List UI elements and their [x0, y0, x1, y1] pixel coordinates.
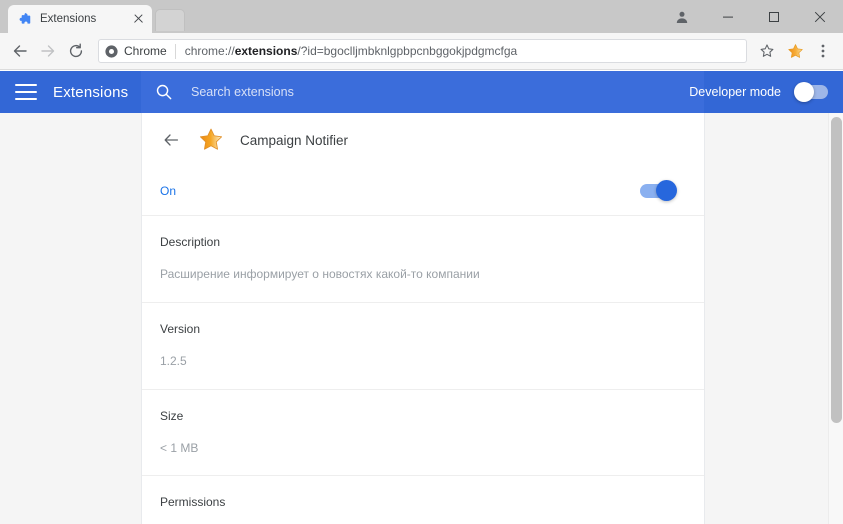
section-permissions: Permissions Read and change all your dat…	[142, 476, 704, 524]
developer-mode-toggle[interactable]	[794, 82, 828, 102]
arrow-forward-icon	[41, 45, 55, 57]
hamburger-menu-icon[interactable]	[15, 84, 37, 100]
url-suffix: /?id=bgoclljmbknlgpbpcnbggokjpdgmcfga	[297, 44, 518, 58]
developer-mode-control: Developer mode	[689, 71, 828, 113]
profile-avatar-icon	[676, 11, 688, 23]
page-scrollbar[interactable]	[828, 113, 843, 524]
reload-icon	[69, 43, 83, 58]
back-button[interactable]	[6, 37, 34, 65]
detail-back-button[interactable]	[160, 129, 182, 151]
bookmark-button[interactable]	[753, 37, 781, 65]
section-size: Size < 1 MB	[142, 390, 704, 477]
extension-detail-card: Campaign Notifier On Description Расшире…	[141, 113, 705, 524]
developer-mode-label: Developer mode	[689, 85, 781, 99]
browser-toolbar: Chrome chrome://extensions/?id=bgoclljmb…	[0, 33, 843, 70]
close-icon	[814, 11, 826, 22]
browser-window: Extensions Chrome chrome://extensions/?i…	[0, 0, 843, 524]
profile-avatar-button[interactable]	[659, 0, 705, 33]
search-bar[interactable]	[141, 71, 704, 113]
section-body: Расширение информирует о новостях какой-…	[160, 267, 480, 281]
url-prefix: chrome://	[184, 44, 235, 58]
window-controls	[659, 0, 843, 33]
section-body: 1.2.5	[160, 353, 187, 368]
maximize-icon	[769, 11, 779, 22]
close-window-button[interactable]	[797, 0, 843, 33]
extension-action-button[interactable]	[781, 37, 809, 65]
minimize-button[interactable]	[705, 0, 751, 33]
url-host: extensions	[234, 44, 298, 58]
extension-enable-toggle[interactable]	[640, 180, 677, 201]
maximize-button[interactable]	[751, 0, 797, 33]
section-title: Version	[160, 321, 201, 336]
omnibox-divider	[174, 43, 176, 59]
browser-menu-button[interactable]	[809, 37, 837, 65]
page-content: Campaign Notifier On Description Расшире…	[0, 113, 843, 524]
extensions-page: Extensions Developer mode	[0, 71, 843, 524]
enable-row: On	[142, 167, 704, 216]
extension-name: Campaign Notifier	[240, 132, 349, 148]
hamburger-line	[15, 84, 37, 86]
hamburger-line	[15, 98, 37, 100]
new-tab-button[interactable]	[155, 9, 185, 31]
star-extension-icon	[787, 43, 803, 58]
three-dot-menu-icon	[821, 44, 825, 58]
minimize-icon	[723, 16, 733, 18]
detail-header: Campaign Notifier	[142, 113, 704, 167]
omnibox-chip-label: Chrome	[124, 44, 167, 58]
section-body: < 1 MB	[160, 440, 199, 455]
search-icon	[156, 84, 172, 100]
address-bar[interactable]: Chrome chrome://extensions/?id=bgoclljmb…	[98, 39, 747, 63]
omnibox-chrome-chip: Chrome	[105, 44, 175, 58]
search-input[interactable]	[191, 85, 591, 99]
section-title: Permissions	[160, 495, 226, 510]
section-title: Description	[160, 235, 221, 249]
chrome-logo-icon	[105, 44, 118, 58]
extensions-topbar: Extensions Developer mode	[0, 71, 843, 113]
arrow-back-icon	[164, 134, 179, 146]
star-outline-icon	[760, 44, 774, 57]
scrollbar-thumb[interactable]	[831, 117, 842, 423]
omnibox-url: chrome://extensions/?id=bgoclljmbknlgpbp…	[185, 44, 740, 58]
section-description: Description Расширение информирует о нов…	[142, 216, 704, 303]
page-title: Extensions	[53, 83, 129, 101]
tab-close-icon[interactable]	[132, 12, 146, 26]
tab-strip: Extensions	[0, 0, 843, 33]
reload-button[interactable]	[62, 37, 90, 65]
tab-title: Extensions	[40, 13, 97, 25]
star-extension-icon	[199, 128, 223, 150]
browser-tab-extensions[interactable]: Extensions	[8, 5, 152, 33]
section-title: Size	[160, 408, 184, 423]
arrow-back-icon	[13, 45, 27, 57]
puzzle-piece-icon	[19, 13, 31, 24]
section-version: Version 1.2.5	[142, 303, 704, 390]
hamburger-line	[15, 91, 37, 93]
enable-label: On	[160, 184, 177, 198]
forward-button[interactable]	[34, 37, 62, 65]
